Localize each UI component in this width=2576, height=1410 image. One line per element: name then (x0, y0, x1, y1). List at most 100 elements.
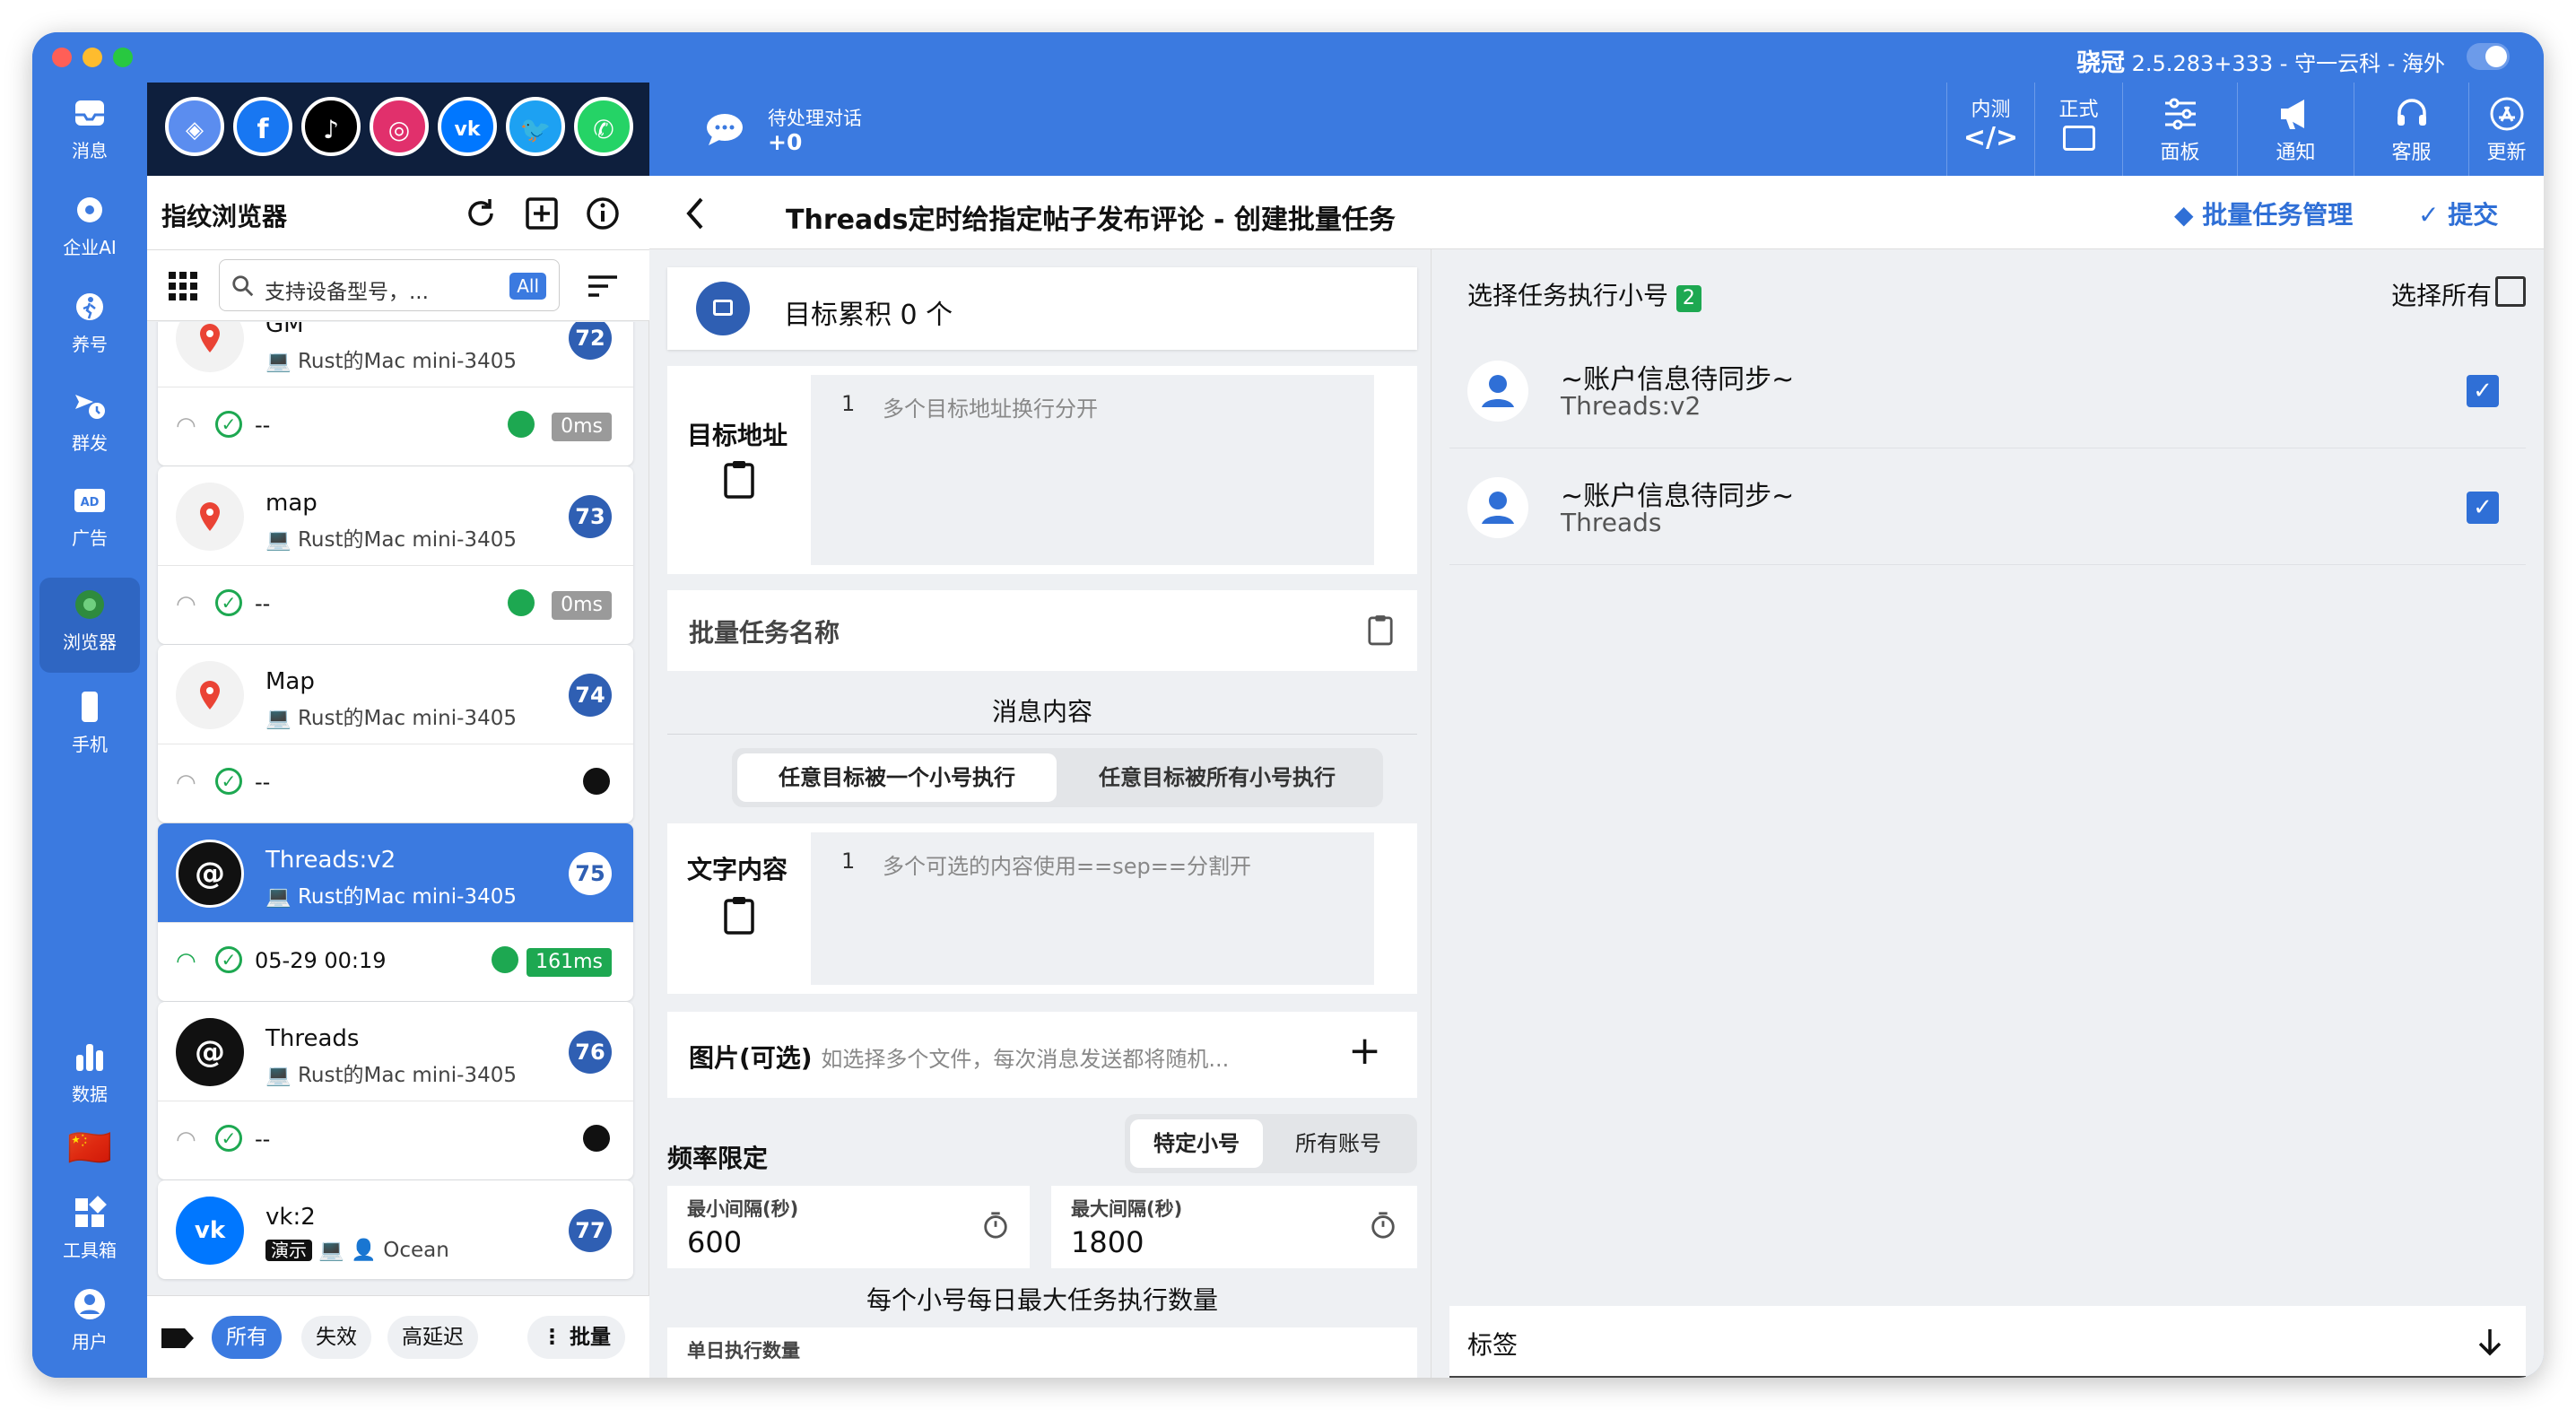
account-item[interactable]: ~账户信息待同步~ Threads:v2 ✓ (1449, 334, 2526, 448)
rail-item-toolbox[interactable]: 工具箱 (39, 1191, 140, 1272)
facebook-icon[interactable]: f (233, 97, 292, 156)
info-icon[interactable] (585, 196, 621, 231)
rail-item-phone[interactable]: 手机 (39, 685, 140, 766)
theme-toggle[interactable] (2467, 43, 2510, 70)
min-interval-field[interactable]: 最小间隔(秒) 600 (667, 1186, 1030, 1268)
rail-label: 工具箱 (63, 1240, 117, 1261)
inbox-icon (75, 100, 104, 126)
panel-button[interactable]: 面板 (2122, 83, 2237, 176)
browser-card[interactable]: map 💻 Rust的Mac mini-3405 73 ◠ ✓ -- 0ms (158, 466, 633, 644)
mode-one-account[interactable]: 任意目标被一个小号执行 (737, 753, 1057, 802)
laptop-icon: 💻 (312, 1239, 352, 1262)
line-number: 1 (841, 849, 856, 874)
beta-channel-button[interactable]: 内测 </> (1946, 83, 2034, 176)
wifi-icon: ◠ (176, 948, 196, 975)
rail-item-enterprise-ai[interactable]: 企业AI (39, 188, 140, 269)
account-checkbox[interactable]: ✓ (2467, 375, 2499, 407)
paste-clipboard-icon[interactable] (723, 459, 755, 499)
rail-item-ads[interactable]: AD 广告 (39, 479, 140, 560)
laptop-icon: 💻 (265, 350, 298, 373)
tiktok-icon[interactable]: ♪ (301, 97, 361, 156)
search-scope-badge[interactable]: All (509, 273, 546, 300)
app-bar: ◈ f ♪ ◎ vk 🐦 ✆ 待处理对话 +0 内测 </> 正式 面板 通知 … (147, 83, 2544, 176)
add-box-icon[interactable] (524, 196, 560, 231)
select-all-label: 选择所有 (2390, 281, 2492, 310)
browser-card-selected[interactable]: @ Threads:v2 💻 Rust的Mac mini-3405 75 ◠ ✓ 0… (158, 823, 633, 1001)
last-active-time: -- (255, 591, 271, 616)
toolbar-label: 内测 (1971, 99, 2011, 121)
instagram-icon[interactable]: ◎ (370, 97, 429, 156)
submit-button[interactable]: ✓ 提交 (2418, 196, 2498, 231)
minimize-window-button[interactable] (83, 48, 102, 67)
language-flag[interactable]: 🇨🇳 (39, 1121, 140, 1175)
browser-card[interactable]: Map 💻 Rust的Mac mini-3405 74 ◠ ✓ -- (158, 645, 633, 822)
scope-specific-account[interactable]: 特定小号 (1130, 1119, 1263, 1168)
filter-invalid[interactable]: 失效 (301, 1316, 371, 1359)
vk-icon[interactable]: vk (438, 97, 497, 156)
text-content-input[interactable]: 1 多个可选的内容使用==sep==分割开 (811, 832, 1374, 985)
max-interval-value: 1800 (1071, 1225, 1144, 1259)
multi-platform-icon[interactable]: ◈ (165, 97, 224, 156)
twitter-icon[interactable]: 🐦 (506, 97, 565, 156)
add-image-icon[interactable]: + (1348, 1030, 1381, 1073)
batch-button[interactable]: ⋮ 批量 (527, 1316, 626, 1359)
rail-item-nurture[interactable]: 养号 (39, 285, 140, 366)
refresh-icon[interactable] (463, 196, 499, 231)
target-address-label: 目标地址 (687, 421, 788, 450)
arrow-down-icon[interactable] (2474, 1326, 2506, 1358)
label-tag-icon[interactable] (160, 1325, 196, 1352)
whatsapp-icon[interactable]: ✆ (574, 97, 633, 156)
rail-item-mass-send[interactable]: 群发 (39, 384, 140, 465)
latency-badge: 161ms (527, 948, 612, 977)
rail-label: 用户 (72, 1331, 108, 1353)
check-icon: ✓ (2418, 200, 2449, 230)
release-channel-button[interactable]: 正式 (2034, 83, 2122, 176)
rail-item-browser[interactable]: 浏览器 (39, 578, 140, 673)
rail-item-messages[interactable]: 消息 (39, 90, 140, 170)
back-arrow-icon[interactable] (682, 196, 709, 231)
close-window-button[interactable] (52, 48, 72, 67)
browser-card[interactable]: vk vk:2 演示 💻 👤 Ocean 77 (158, 1180, 633, 1279)
account-item[interactable]: ~账户信息待同步~ Threads ✓ (1449, 450, 2526, 565)
rail-item-data[interactable]: 数据 (39, 1035, 140, 1116)
manage-label: 批量任务管理 (2202, 200, 2354, 230)
account-checkbox[interactable]: ✓ (2467, 492, 2499, 524)
rail-label: 消息 (72, 140, 108, 161)
select-all-checkbox[interactable] (2495, 276, 2526, 307)
support-button[interactable]: 客服 (2354, 83, 2468, 176)
target-address-card: 目标地址 1 多个目标地址换行分开 (667, 366, 1417, 574)
toolbar-label: 面板 (2160, 142, 2200, 164)
target-address-placeholder: 多个目标地址换行分开 (883, 396, 1098, 422)
batch-name-field[interactable]: 批量任务名称 (667, 590, 1417, 671)
laptop-icon: 💻 (265, 528, 298, 552)
target-count: 目标累积 0 个 (784, 300, 953, 331)
max-interval-field[interactable]: 最大间隔(秒) 1800 (1051, 1186, 1417, 1268)
sort-icon[interactable] (585, 268, 621, 304)
single-day-count-field[interactable]: 单日执行数量 (667, 1327, 1417, 1378)
target-address-input[interactable]: 1 多个目标地址换行分开 (811, 375, 1374, 565)
search-input[interactable]: 支持设备型号，... All (219, 259, 560, 311)
grid-icon[interactable] (167, 270, 199, 302)
browser-card[interactable]: @ Threads 💻 Rust的Mac mini-3405 76 ◠ ✓ -- (158, 1002, 633, 1179)
browser-card[interactable]: GM 💻 Rust的Mac mini-3405 72 ◠ ✓ -- 0ms (158, 322, 633, 466)
widgets-icon (75, 1196, 107, 1227)
browser-number: 75 (569, 852, 612, 895)
paste-clipboard-icon[interactable] (1367, 614, 1394, 646)
image-picker[interactable]: 图片(可选) 如选择多个文件，每次消息发送都将随机... + (667, 1012, 1417, 1098)
last-active-time: -- (255, 413, 271, 438)
update-button[interactable]: 更新 (2468, 83, 2544, 176)
filter-all[interactable]: 所有 (212, 1316, 282, 1359)
device-name: Rust的Mac mini-3405 (297, 528, 517, 552)
zoom-window-button[interactable] (113, 48, 133, 67)
selected-count-badge: 2 (1675, 285, 1701, 312)
filter-high-latency[interactable]: 高延迟 (387, 1316, 478, 1359)
laptop-icon: 💻 (265, 885, 298, 909)
scope-all-accounts[interactable]: 所有账号 (1265, 1119, 1412, 1168)
notification-button[interactable]: 通知 (2237, 83, 2354, 176)
paste-clipboard-icon[interactable] (723, 895, 755, 935)
tags-field[interactable]: 标签 (1449, 1306, 2526, 1378)
rail-item-user[interactable]: 用户 (39, 1283, 140, 1363)
mode-all-accounts[interactable]: 任意目标被所有小号执行 (1057, 753, 1378, 802)
batch-task-manage-link[interactable]: ◆ 批量任务管理 (2174, 196, 2353, 231)
sliders-icon (2164, 98, 2196, 130)
